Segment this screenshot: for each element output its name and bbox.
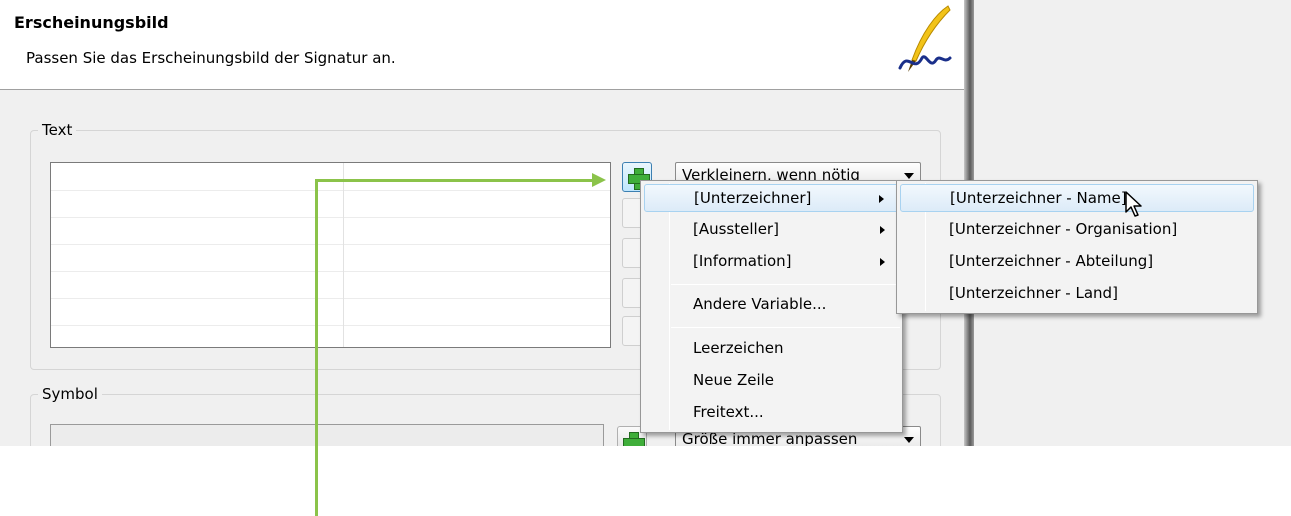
menu-item-label: [Unterzeichner - Name]	[950, 189, 1127, 207]
annotation-arrow-line	[315, 179, 593, 182]
annotation-arrow-line	[315, 179, 318, 516]
chevron-right-icon	[880, 226, 885, 234]
table-row-divider	[51, 190, 610, 191]
table-row-divider	[51, 217, 610, 218]
dialog-header: Erscheinungsbild Passen Sie das Erschein…	[0, 0, 964, 90]
submenu-item-signer-name[interactable]: [Unterzeichner - Name]	[900, 184, 1254, 212]
text-group-label: Text	[38, 121, 77, 139]
menu-separator	[671, 327, 900, 328]
submenu-item-signer-department[interactable]: [Unterzeichner - Abteilung]	[900, 248, 1254, 276]
table-row-divider	[51, 244, 610, 245]
menu-item-label: [Information]	[693, 252, 792, 270]
symbol-field[interactable]	[50, 424, 604, 446]
menu-item-label: [Unterzeichner]	[694, 189, 812, 207]
chevron-right-icon	[880, 258, 885, 266]
menu-item-free-text[interactable]: Freitext...	[644, 399, 899, 427]
menu-item-label: Andere Variable...	[693, 295, 827, 313]
feather-pen-icon	[898, 5, 952, 72]
signer-submenu: [Unterzeichner - Name] [Unterzeichner - …	[896, 180, 1258, 314]
submenu-item-signer-organisation[interactable]: [Unterzeichner - Organisation]	[900, 216, 1254, 244]
menu-item-label: Leerzeichen	[693, 339, 784, 357]
submenu-item-signer-country[interactable]: [Unterzeichner - Land]	[900, 280, 1254, 308]
menu-item-label: [Unterzeichner - Abteilung]	[949, 252, 1154, 270]
table-row-divider	[51, 271, 610, 272]
menu-item-label: [Unterzeichner - Land]	[949, 284, 1118, 302]
page-subtitle: Passen Sie das Erscheinungsbild der Sign…	[26, 49, 396, 67]
plus-icon	[623, 432, 645, 446]
annotation-arrow-head	[592, 173, 606, 187]
menu-separator	[671, 284, 900, 285]
menu-item-label: [Unterzeichner - Organisation]	[949, 220, 1178, 238]
menu-item-space[interactable]: Leerzeichen	[644, 335, 899, 363]
page-title: Erscheinungsbild	[14, 13, 169, 32]
menu-item-label: Neue Zeile	[693, 371, 775, 389]
symbol-group-label: Symbol	[38, 385, 102, 403]
chevron-down-icon	[904, 173, 914, 179]
menu-item-label: [Aussteller]	[693, 220, 779, 238]
menu-item-label: Freitext...	[693, 403, 764, 421]
chevron-down-icon	[904, 437, 914, 443]
table-column-divider	[343, 163, 344, 347]
menu-item-signer[interactable]: [Unterzeichner]	[644, 184, 899, 212]
table-row-divider	[51, 325, 610, 326]
menu-item-issuer[interactable]: [Aussteller]	[644, 216, 899, 244]
mouse-cursor-icon	[1125, 191, 1142, 217]
menu-item-new-line[interactable]: Neue Zeile	[644, 367, 899, 395]
menu-item-other-variable[interactable]: Andere Variable...	[644, 291, 899, 319]
insert-variable-menu: [Unterzeichner] [Aussteller] [Informatio…	[640, 180, 903, 433]
menu-item-information[interactable]: [Information]	[644, 248, 899, 276]
chevron-right-icon	[879, 195, 884, 203]
table-row-divider	[51, 298, 610, 299]
text-table[interactable]	[50, 162, 611, 348]
